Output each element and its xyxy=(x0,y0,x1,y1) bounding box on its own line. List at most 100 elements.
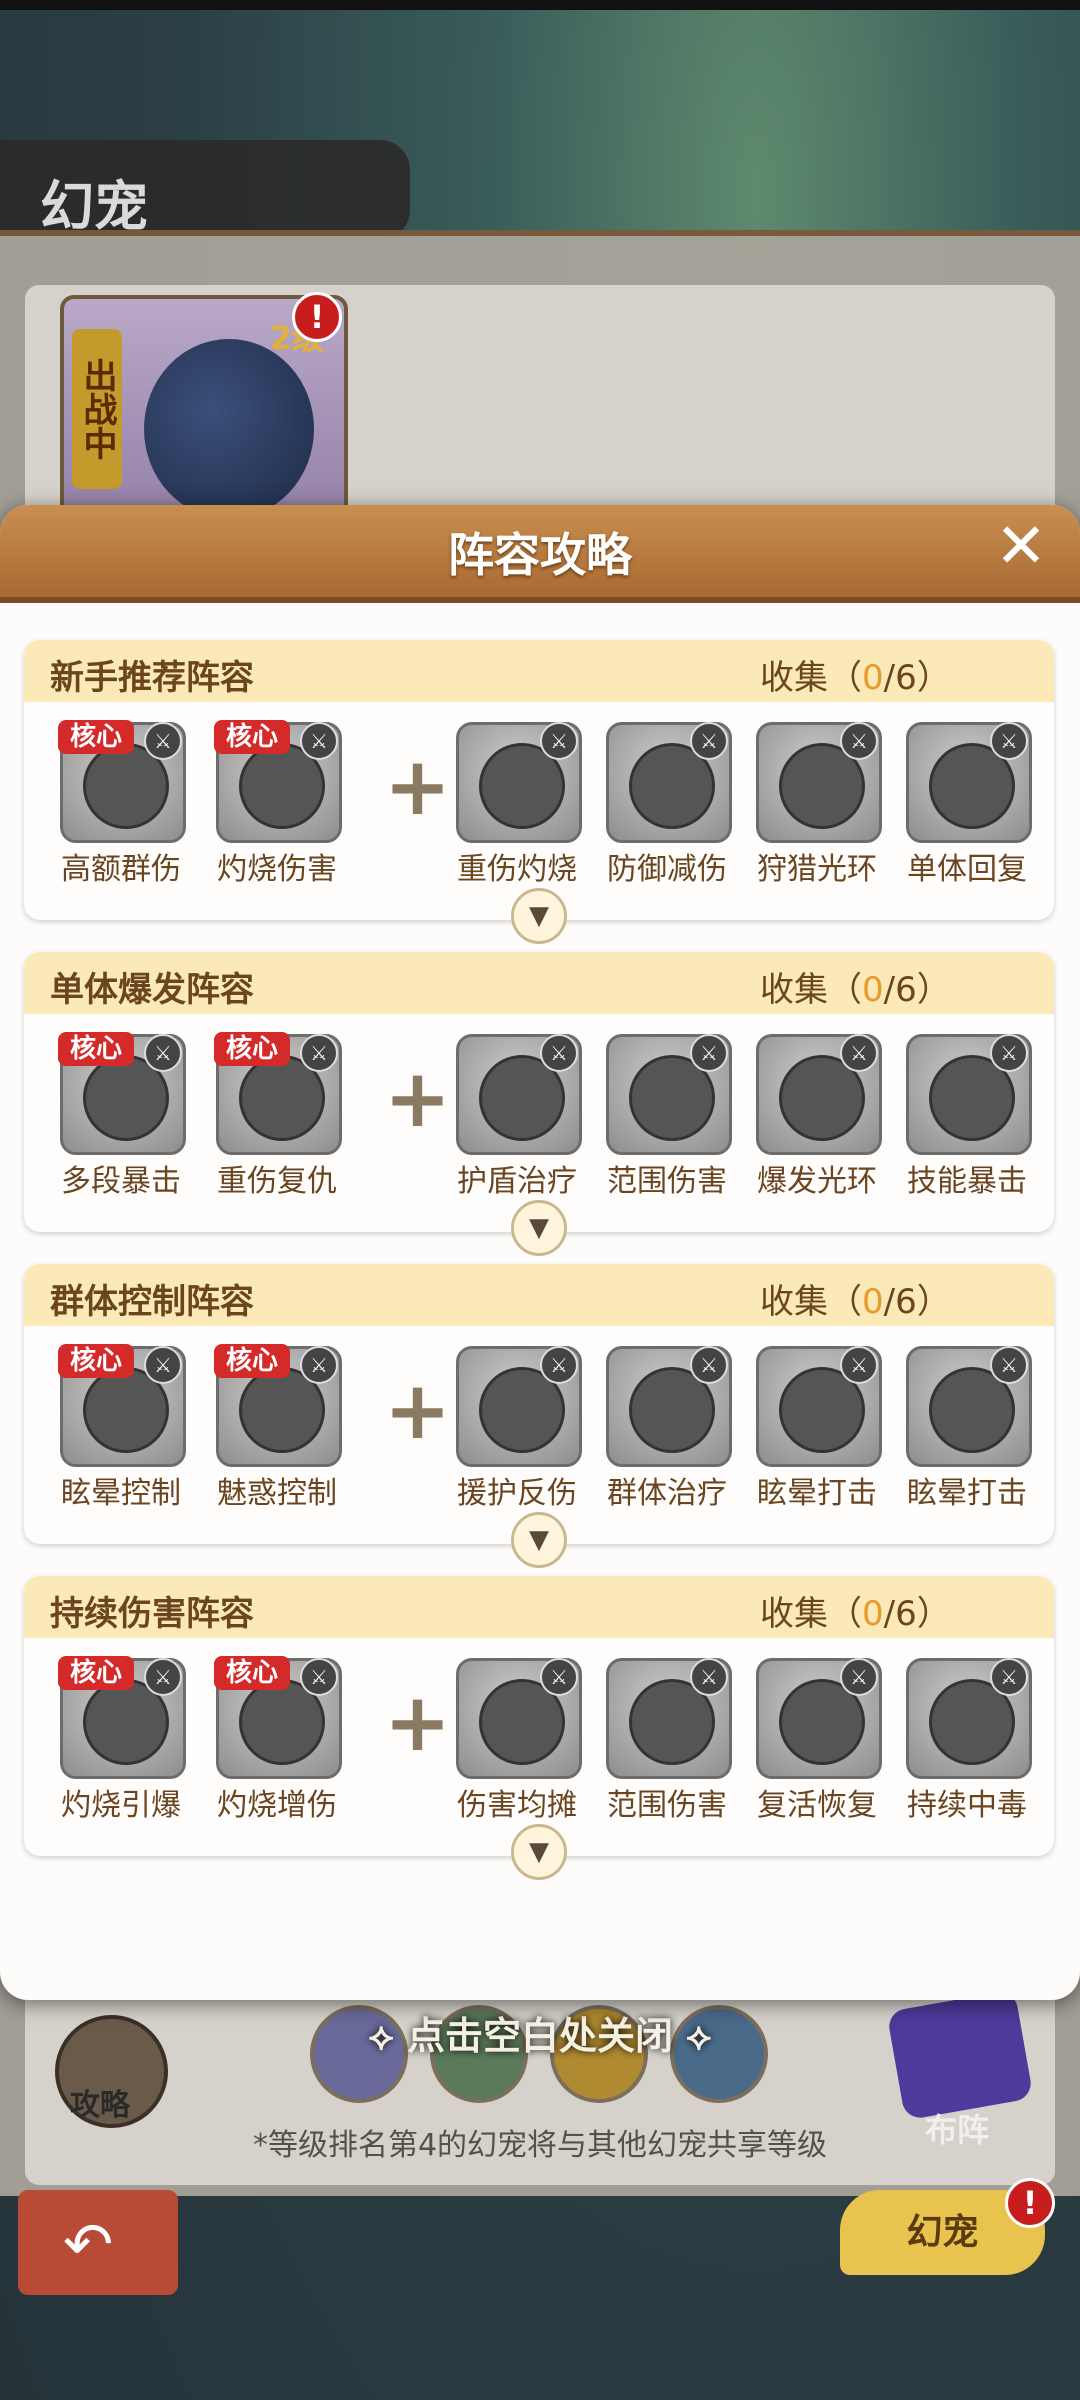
pet-slot[interactable]: 核心 ⚔ 重伤复仇 xyxy=(212,1032,342,1199)
core-badge: 核心 xyxy=(58,1032,134,1066)
role-icon: ⚔ xyxy=(840,722,878,760)
pet-slot[interactable]: ⚔ 护盾治疗 xyxy=(452,1034,582,1199)
role-icon: ⚔ xyxy=(144,1034,182,1072)
section-title: 持续伤害阵容 xyxy=(50,1594,254,1634)
lineup-section: 群体控制阵容 收集（0/6） + 核心 ⚔ 眩晕控制 核心 ⚔ 魅惑控制 ⚔ 援… xyxy=(24,1264,1054,1568)
collect-count: 收集（0/6） xyxy=(760,1594,951,1634)
pet-role-label: 爆发光环 xyxy=(757,1164,877,1199)
expand-chevron-icon[interactable]: ▼ xyxy=(511,1512,567,1568)
pet-slot[interactable]: ⚔ 伤害均摊 xyxy=(452,1658,582,1823)
pet-slot[interactable]: 核心 ⚔ 灼烧伤害 xyxy=(212,720,342,887)
modal-title: 阵容攻略 xyxy=(448,528,632,582)
pet-row: + 核心 ⚔ 眩晕控制 核心 ⚔ 魅惑控制 ⚔ 援护反伤 ⚔ 群体治疗 ⚔ 眩晕… xyxy=(24,1344,1054,1511)
pet-role-label: 重伤复仇 xyxy=(217,1164,337,1199)
pet-role-label: 高额群伤 xyxy=(61,852,181,887)
role-icon: ⚔ xyxy=(300,1034,338,1072)
pet-slot[interactable]: 核心 ⚔ 魅惑控制 xyxy=(212,1344,342,1511)
expand-chevron-icon[interactable]: ▼ xyxy=(511,1200,567,1256)
expand-chevron-icon[interactable]: ▼ xyxy=(511,1824,567,1880)
pet-slot[interactable]: 核心 ⚔ 灼烧增伤 xyxy=(212,1656,342,1823)
formation-icon[interactable] xyxy=(886,1989,1034,2121)
pet-slot[interactable]: ⚔ 重伤灼烧 xyxy=(452,722,582,887)
pet-slot[interactable]: ⚔ 援护反伤 xyxy=(452,1346,582,1511)
section-header: 群体控制阵容 收集（0/6） xyxy=(24,1264,1054,1326)
role-icon: ⚔ xyxy=(990,722,1028,760)
strategy-label: 攻略 xyxy=(70,2088,130,2123)
pet-role-label: 技能暴击 xyxy=(907,1164,1027,1199)
role-icon: ⚔ xyxy=(540,1034,578,1072)
collect-count: 收集（0/6） xyxy=(760,1282,951,1322)
pet-slot[interactable]: ⚔ 群体治疗 xyxy=(602,1346,732,1511)
page-title-ribbon: 幻宠 xyxy=(0,140,410,240)
plus-icon: + xyxy=(384,740,452,833)
role-icon: ⚔ xyxy=(690,1346,728,1384)
pet-portrait xyxy=(144,339,314,519)
pet-slot[interactable]: 核心 ⚔ 高额群伤 xyxy=(56,720,186,887)
status-bar xyxy=(0,0,1080,10)
section-title: 群体控制阵容 xyxy=(50,1282,254,1322)
lineup-guide-modal: 阵容攻略 ✕ 新手推荐阵容 收集（0/6） + 核心 ⚔ 高额群伤 核心 ⚔ 灼… xyxy=(0,505,1080,2000)
role-icon: ⚔ xyxy=(144,722,182,760)
pet-slot[interactable]: ⚔ 单体回复 xyxy=(902,722,1032,887)
pet-slot[interactable]: ⚔ 技能暴击 xyxy=(902,1034,1032,1199)
core-badge: 核心 xyxy=(58,720,134,754)
close-icon[interactable]: ✕ xyxy=(990,515,1052,577)
role-icon: ⚔ xyxy=(540,1658,578,1696)
lineup-section: 持续伤害阵容 收集（0/6） + 核心 ⚔ 灼烧引爆 核心 ⚔ 灼烧增伤 ⚔ 伤… xyxy=(24,1576,1054,1880)
pet-slot[interactable]: 核心 ⚔ 多段暴击 xyxy=(56,1032,186,1199)
pet-role-label: 灼烧引爆 xyxy=(61,1788,181,1823)
modal-header: 阵容攻略 ✕ xyxy=(0,505,1080,603)
pet-slot[interactable]: ⚔ 持续中毒 xyxy=(902,1658,1032,1823)
pet-role-label: 援护反伤 xyxy=(457,1476,577,1511)
footnote: *等级排名第4的幻宠将与其他幻宠共享等级 xyxy=(252,2128,828,2163)
pet-role-label: 伤害均摊 xyxy=(457,1788,577,1823)
pet-role-label: 护盾治疗 xyxy=(457,1164,577,1199)
pet-role-label: 范围伤害 xyxy=(607,1788,727,1823)
alert-icon: ! xyxy=(292,292,342,342)
pet-slot[interactable]: 核心 ⚔ 眩晕控制 xyxy=(56,1344,186,1511)
role-icon: ⚔ xyxy=(690,1658,728,1696)
pet-slot[interactable]: ⚔ 眩晕打击 xyxy=(902,1346,1032,1511)
role-icon: ⚔ xyxy=(840,1346,878,1384)
pet-row: + 核心 ⚔ 灼烧引爆 核心 ⚔ 灼烧增伤 ⚔ 伤害均摊 ⚔ 范围伤害 ⚔ 复活… xyxy=(24,1656,1054,1823)
pet-slot[interactable]: ⚔ 眩晕打击 xyxy=(752,1346,882,1511)
core-badge: 核心 xyxy=(214,720,290,754)
pet-slot[interactable]: ⚔ 范围伤害 xyxy=(602,1034,732,1199)
pet-role-label: 灼烧伤害 xyxy=(217,852,337,887)
role-icon: ⚔ xyxy=(144,1346,182,1384)
pet-slot[interactable]: 核心 ⚔ 灼烧引爆 xyxy=(56,1656,186,1823)
expand-chevron-icon[interactable]: ▼ xyxy=(511,888,567,944)
pet-role-label: 眩晕打击 xyxy=(907,1476,1027,1511)
back-button[interactable]: ↶ xyxy=(18,2190,178,2295)
pet-slot[interactable]: ⚔ 防御减伤 xyxy=(602,722,732,887)
pet-role-label: 单体回复 xyxy=(907,852,1027,887)
pet-role-label: 群体治疗 xyxy=(607,1476,727,1511)
core-badge: 核心 xyxy=(58,1344,134,1378)
alert-icon: ! xyxy=(1005,2178,1055,2228)
pet-role-label: 多段暴击 xyxy=(61,1164,181,1199)
pet-role-label: 眩晕打击 xyxy=(757,1476,877,1511)
plus-icon: + xyxy=(384,1676,452,1769)
role-icon: ⚔ xyxy=(690,722,728,760)
role-icon: ⚔ xyxy=(300,1346,338,1384)
role-icon: ⚔ xyxy=(540,722,578,760)
pet-slot[interactable]: ⚔ 复活恢复 xyxy=(752,1658,882,1823)
role-icon: ⚔ xyxy=(690,1034,728,1072)
section-header: 新手推荐阵容 收集（0/6） xyxy=(24,640,1054,702)
role-icon: ⚔ xyxy=(840,1658,878,1696)
collect-count: 收集（0/6） xyxy=(760,658,951,698)
pet-slot[interactable]: ⚔ 狩猎光环 xyxy=(752,722,882,887)
pet-slot[interactable]: ⚔ 爆发光环 xyxy=(752,1034,882,1199)
section-title: 单体爆发阵容 xyxy=(50,970,254,1010)
pet-role-label: 狩猎光环 xyxy=(757,852,877,887)
pet-role-label: 复活恢复 xyxy=(757,1788,877,1823)
pet-slot[interactable]: ⚔ 范围伤害 xyxy=(602,1658,732,1823)
role-icon: ⚔ xyxy=(990,1034,1028,1072)
pet-row: + 核心 ⚔ 多段暴击 核心 ⚔ 重伤复仇 ⚔ 护盾治疗 ⚔ 范围伤害 ⚔ 爆发… xyxy=(24,1032,1054,1199)
pet-row: + 核心 ⚔ 高额群伤 核心 ⚔ 灼烧伤害 ⚔ 重伤灼烧 ⚔ 防御减伤 ⚔ 狩猎… xyxy=(24,720,1054,887)
pet-role-label: 防御减伤 xyxy=(607,852,727,887)
plus-icon: + xyxy=(384,1364,452,1457)
role-icon: ⚔ xyxy=(540,1346,578,1384)
pet-role-label: 重伤灼烧 xyxy=(457,852,577,887)
pet-role-label: 灼烧增伤 xyxy=(217,1788,337,1823)
